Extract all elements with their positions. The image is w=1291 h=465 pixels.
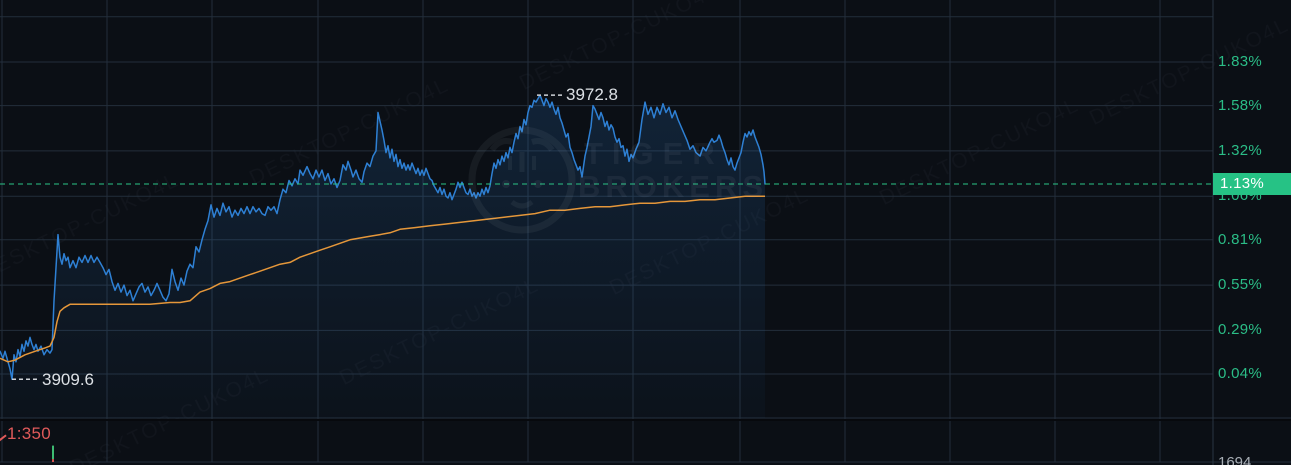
brand-watermark-line1: TIGER: [584, 136, 724, 172]
chart-plot-area[interactable]: [0, 0, 1291, 465]
volume-indicator-label: 1:350: [7, 424, 51, 444]
current-price-badge: 1.13%: [1213, 173, 1291, 195]
volume-axis-max-label: 1694: [1218, 454, 1251, 465]
session-high-annotation: 3972.8: [566, 85, 618, 105]
session-low-annotation: 3909.6: [42, 370, 94, 390]
y-axis-clipped-top-label: 2.09%: [1218, 0, 1262, 2]
tiger-logo-watermark-icon: [462, 120, 582, 240]
volume-bar-down-tip: [52, 459, 54, 462]
pane-divider-gap: [0, 419, 1291, 421]
volume-bar-up: [52, 446, 54, 459]
brand-watermark-line2: BROKERS: [578, 169, 768, 205]
intraday-chart-panel: DESKTOP-CUKO4L DESKTOP-CUKO4L DESKTOP-CU…: [0, 0, 1291, 465]
